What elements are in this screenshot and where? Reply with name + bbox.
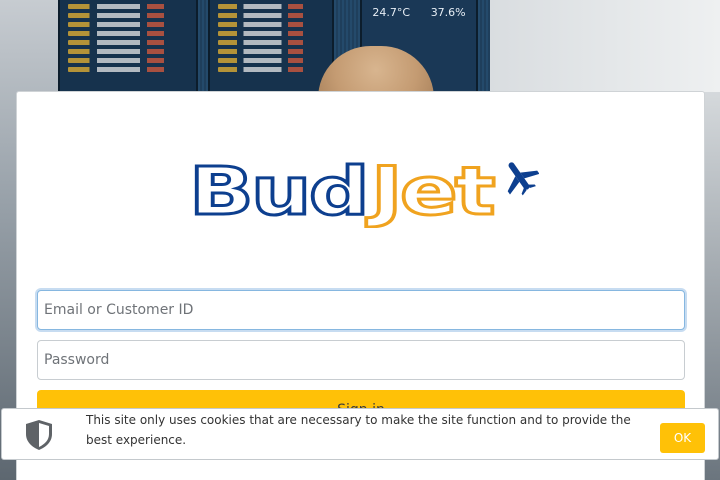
budjet-logo: Bud Jet bbox=[189, 158, 539, 228]
shield-icon bbox=[26, 420, 52, 450]
cookie-banner: This site only uses cookies that are nec… bbox=[1, 408, 719, 460]
background-right bbox=[490, 0, 720, 92]
email-field[interactable] bbox=[37, 290, 685, 330]
display-temperature: 24.7°C bbox=[372, 6, 411, 19]
departure-board-middle bbox=[208, 0, 334, 92]
airplane-icon bbox=[507, 162, 539, 196]
logo-text-bud: Bud bbox=[189, 158, 367, 228]
departure-board-left bbox=[58, 0, 198, 92]
cookie-message: This site only uses cookies that are nec… bbox=[86, 413, 631, 447]
password-field[interactable] bbox=[37, 340, 685, 380]
logo-text-jet: Jet bbox=[366, 158, 495, 228]
cookie-ok-button[interactable]: OK bbox=[660, 423, 705, 453]
display-humidity: 37.6% bbox=[430, 6, 466, 19]
